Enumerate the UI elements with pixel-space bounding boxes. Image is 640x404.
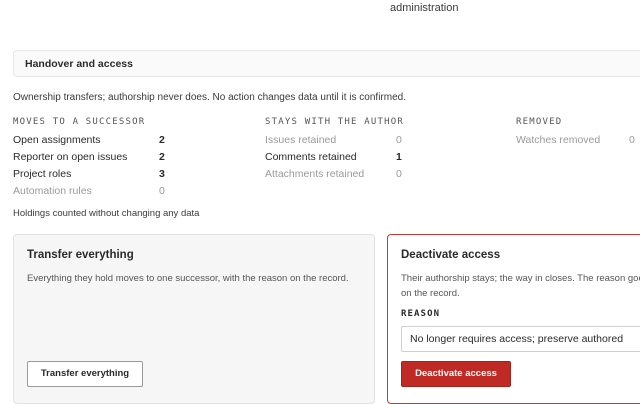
holding-row: Open assignments 2 xyxy=(13,132,173,149)
section-header: Handover and access xyxy=(13,50,640,77)
holding-row: Project roles 3 xyxy=(13,166,173,183)
ownership-notice: Ownership transfers; authorship never do… xyxy=(13,92,406,103)
holding-label: Comments retained xyxy=(265,151,357,163)
holding-row: Issues retained 0 xyxy=(265,132,425,149)
holding-count: 0 xyxy=(396,134,402,146)
column-stays-with-author: STAYS WITH THE AUTHOR Issues retained 0 … xyxy=(265,117,425,183)
transfer-card-description: Everything they hold moves to one succes… xyxy=(27,273,349,284)
deactivate-access-button[interactable]: Deactivate access xyxy=(401,361,511,387)
holding-row: Watches removed 0 xyxy=(516,132,640,149)
holdings-footnote: Holdings counted without changing any da… xyxy=(13,208,200,219)
transfer-everything-button[interactable]: Transfer everything xyxy=(27,361,143,387)
column-heading: STAYS WITH THE AUTHOR xyxy=(265,117,404,127)
holding-count: 3 xyxy=(159,168,165,180)
holding-row: Reporter on open issues 2 xyxy=(13,149,173,166)
column-heading: MOVES TO A SUCCESSOR xyxy=(13,117,146,127)
holding-count: 2 xyxy=(159,134,165,146)
transfer-card: Transfer everything Everything they hold… xyxy=(13,234,375,404)
holding-row: Attachments retained 0 xyxy=(265,166,425,183)
reason-input[interactable]: No longer requires access; preserve auth… xyxy=(401,326,640,352)
column-heading: REMOVED xyxy=(516,117,563,127)
holding-count: 0 xyxy=(159,185,165,197)
holding-label: Issues retained xyxy=(265,134,337,146)
transfer-card-title: Transfer everything xyxy=(27,249,134,261)
column-removed: REMOVED Watches removed 0 xyxy=(516,117,640,149)
header-fragment-text: administration xyxy=(390,2,459,14)
holding-count: 0 xyxy=(396,168,402,180)
reason-label: REASON xyxy=(401,309,441,319)
deactivate-card: Deactivate access Their authorship stays… xyxy=(387,234,640,404)
holding-count: 0 xyxy=(629,134,635,146)
holding-label: Project roles xyxy=(13,168,72,180)
holding-count: 1 xyxy=(396,151,402,163)
column-moves-to-successor: MOVES TO A SUCCESSOR Open assignments 2 … xyxy=(13,117,173,200)
holding-label: Attachments retained xyxy=(265,168,365,180)
holding-row: Comments retained 1 xyxy=(265,149,425,166)
holding-row: Automation rules 0 xyxy=(13,183,173,200)
holding-label: Open assignments xyxy=(13,134,101,146)
holding-label: Watches removed xyxy=(516,134,601,146)
deactivate-card-description: Their authorship stays; the way in close… xyxy=(401,273,640,299)
holding-count: 2 xyxy=(159,151,165,163)
holding-label: Automation rules xyxy=(13,185,92,197)
holding-label: Reporter on open issues xyxy=(13,151,128,163)
section-title: Handover and access xyxy=(25,58,133,70)
deactivate-card-title: Deactivate access xyxy=(401,249,501,261)
